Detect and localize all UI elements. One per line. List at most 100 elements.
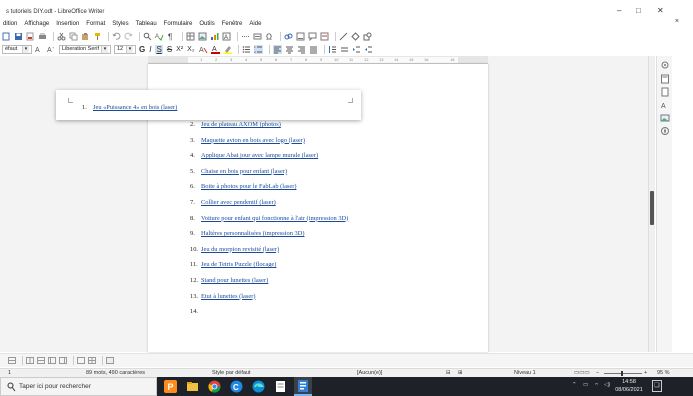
- menu-affichage[interactable]: Affichage: [24, 21, 49, 27]
- basic-shapes-icon[interactable]: [351, 31, 360, 41]
- footnote-icon[interactable]: [296, 32, 305, 41]
- paragraph-spacing-icon[interactable]: [340, 45, 349, 54]
- list-item[interactable]: 1. Jeu «Puissance 4» en bois (laser): [82, 104, 177, 111]
- gallery-icon[interactable]: [660, 113, 670, 123]
- comment-icon[interactable]: [308, 32, 317, 41]
- table-style-icon[interactable]: [8, 357, 16, 364]
- list-item[interactable]: 12. Stand pour lunettes (laser): [190, 277, 268, 284]
- list-item-link[interactable]: Haltères personnalisées (impression 3D): [201, 230, 304, 237]
- align-right-icon[interactable]: [297, 45, 306, 54]
- print-icon[interactable]: [38, 32, 47, 41]
- list-item-link[interactable]: Etui à lunettes (laser): [201, 293, 255, 300]
- copy-icon[interactable]: [69, 32, 78, 41]
- list-item[interactable]: 11. Jeu de Tetris Puzzle (flocage): [190, 261, 276, 268]
- decrease-indent-icon[interactable]: [364, 45, 373, 54]
- font-name-combo[interactable]: Liberation Serif ▾: [59, 44, 111, 54]
- taskbar-search-box[interactable]: Taper ici pour rechercher: [0, 377, 157, 396]
- track-changes-icon[interactable]: [320, 32, 329, 41]
- bold-icon[interactable]: G: [139, 45, 145, 54]
- writer-taskbar-button[interactable]: [294, 377, 312, 396]
- close-window-button[interactable]: ✕: [657, 7, 664, 15]
- save-icon[interactable]: [14, 32, 23, 41]
- font-size-combo[interactable]: 12 ▾: [114, 44, 136, 54]
- insert-row-icon[interactable]: [26, 357, 34, 364]
- zoom-in-button[interactable]: +: [644, 370, 647, 376]
- chevron-down-icon[interactable]: ▾: [126, 45, 133, 53]
- chevron-down-icon[interactable]: ▾: [101, 45, 108, 53]
- list-item[interactable]: 5. Chaise en bois pour enfant (laser): [190, 168, 287, 175]
- merge-cells-icon[interactable]: [77, 357, 85, 364]
- network-icon[interactable]: ⌔: [594, 382, 599, 389]
- list-item[interactable]: 3. Maquette avion en bois avec logo (lase…: [190, 137, 305, 144]
- redo-icon[interactable]: [124, 32, 133, 41]
- bullet-list-icon[interactable]: [242, 45, 251, 54]
- list-item-link[interactable]: Collier avec pendentif (laser): [201, 199, 276, 206]
- menu-styles[interactable]: Styles: [112, 21, 128, 27]
- system-clock[interactable]: 14:58 08/06/2021: [614, 378, 644, 394]
- justify-icon[interactable]: [309, 45, 318, 54]
- properties-gear-icon[interactable]: [660, 60, 670, 70]
- zoom-slider-thumb[interactable]: [621, 371, 623, 376]
- styles-icon[interactable]: A: [660, 100, 670, 110]
- cut-icon[interactable]: [57, 32, 66, 41]
- maximize-button[interactable]: □: [636, 7, 641, 15]
- clear-formatting-icon[interactable]: A: [199, 45, 208, 54]
- line-spacing-icon[interactable]: [328, 45, 337, 54]
- underline-icon[interactable]: S: [155, 44, 163, 54]
- view-layout-icon[interactable]: ▭▭▭: [574, 370, 590, 376]
- list-item[interactable]: 10. Jeu du morpion revisité (laser): [190, 246, 279, 253]
- draw-functions-icon[interactable]: [363, 32, 372, 41]
- clone-formatting-icon[interactable]: [93, 32, 102, 41]
- insert-mode-icon[interactable]: ⊟: [446, 370, 451, 376]
- insert-line-icon[interactable]: [339, 32, 348, 41]
- table-properties-icon[interactable]: [106, 357, 114, 364]
- numbered-list-icon[interactable]: 12: [253, 44, 263, 54]
- volume-icon[interactable]: ◁): [604, 382, 610, 388]
- menu-tableau[interactable]: Tableau: [136, 21, 157, 27]
- insert-column-icon[interactable]: [37, 357, 45, 364]
- menu-formulaire[interactable]: Formulaire: [164, 21, 193, 27]
- file-explorer-icon[interactable]: [186, 380, 199, 393]
- list-item-link[interactable]: Jeu du morpion revisité (laser): [201, 246, 279, 253]
- close-document-button[interactable]: ×: [675, 18, 679, 25]
- tray-chevron-icon[interactable]: ⌃: [572, 382, 577, 388]
- menu-aide[interactable]: Aide: [249, 21, 261, 27]
- special-character-icon[interactable]: Ω: [265, 32, 274, 41]
- undo-icon[interactable]: [112, 32, 121, 41]
- menu-insertion[interactable]: Insertion: [56, 21, 79, 27]
- list-item[interactable]: 9. Haltères personnalisées (impression 3D…: [190, 230, 304, 237]
- list-item-link[interactable]: Chaise en bois pour enfant (laser): [201, 168, 287, 175]
- navigator-icon[interactable]: [660, 126, 670, 136]
- highlight-color-icon[interactable]: [222, 45, 232, 54]
- list-item[interactable]: 8. Voiture pour enfant qui fonctionne à l…: [190, 215, 348, 222]
- notepad-icon[interactable]: [274, 380, 287, 393]
- italic-icon[interactable]: I: [149, 45, 151, 54]
- document-icon[interactable]: [660, 87, 670, 97]
- horizontal-ruler[interactable]: 1 2 3 4 5 6 7 8 9 10 11 12 13 14 15 16 1…: [148, 56, 488, 64]
- align-left-icon[interactable]: [272, 44, 282, 54]
- find-replace-icon[interactable]: [143, 32, 152, 41]
- page-icon[interactable]: [660, 74, 670, 84]
- insert-field-icon[interactable]: [253, 32, 262, 41]
- delete-column-icon[interactable]: [59, 357, 67, 364]
- edge-icon[interactable]: [252, 380, 265, 393]
- chrome-icon[interactable]: [208, 380, 221, 393]
- list-item[interactable]: 4. Applique Abat jour avec lampe murale (…: [190, 152, 318, 159]
- zoom-slider-track[interactable]: [604, 373, 642, 374]
- notifications-icon[interactable]: ❏: [652, 380, 662, 392]
- spelling-icon[interactable]: A: [155, 32, 164, 41]
- vertical-scrollbar[interactable]: [648, 56, 655, 352]
- minimize-button[interactable]: –: [617, 7, 621, 15]
- list-item[interactable]: 13. Etui à lunettes (laser): [190, 293, 255, 300]
- subscript-icon[interactable]: X₂: [187, 46, 194, 53]
- delete-row-icon[interactable]: [48, 357, 56, 364]
- insert-image-icon[interactable]: [198, 32, 207, 41]
- align-center-icon[interactable]: [285, 45, 294, 54]
- page-number[interactable]: 1: [8, 370, 11, 376]
- list-item-link[interactable]: Applique Abat jour avec lampe murale (la…: [201, 152, 318, 159]
- list-item-link[interactable]: Jeu «Puissance 4» en bois (laser): [93, 104, 177, 111]
- list-item-link[interactable]: Jeu de plateau AXOM (photos): [201, 121, 281, 128]
- menu-outils[interactable]: Outils: [199, 21, 214, 27]
- insert-table-icon[interactable]: [186, 32, 195, 41]
- menu-edition[interactable]: dition: [3, 21, 17, 27]
